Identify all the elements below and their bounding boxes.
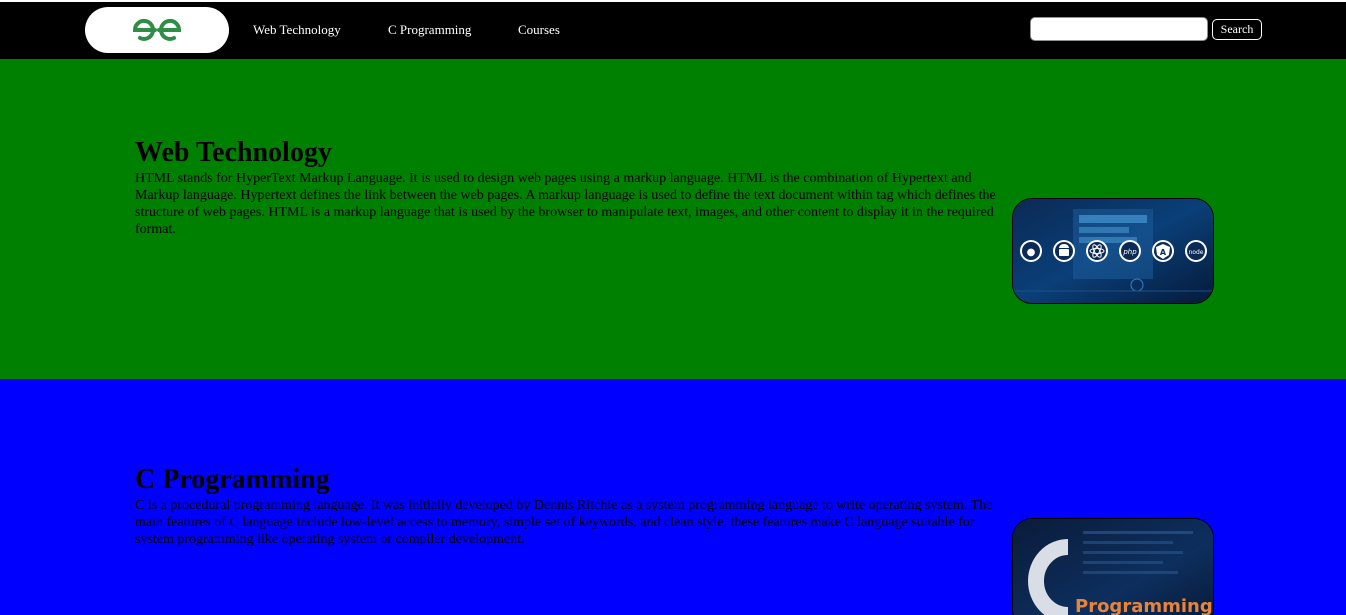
svg-text:A: A xyxy=(1160,248,1167,257)
react-icon xyxy=(1086,240,1108,262)
nav-link-c-programming[interactable]: C Programming xyxy=(388,22,471,38)
nav-link-web-technology[interactable]: Web Technology xyxy=(253,22,341,38)
web-technology-banner-image: ● php A node xyxy=(1012,198,1214,304)
section-title: Web Technology xyxy=(135,137,332,168)
android-icon xyxy=(1053,240,1075,262)
logo[interactable] xyxy=(85,7,229,53)
search-button[interactable]: Search xyxy=(1212,19,1262,40)
section-c-programming: C Programming C is a procedural programm… xyxy=(0,379,1346,615)
c-banner-text: Programming xyxy=(1075,596,1213,615)
angular-icon: A xyxy=(1152,240,1174,262)
svg-text:●: ● xyxy=(1027,247,1036,258)
c-programming-banner-image: Programming xyxy=(1012,518,1214,615)
gfg-logo-icon xyxy=(132,18,182,41)
apple-icon: ● xyxy=(1020,240,1042,262)
svg-text:php: php xyxy=(1122,248,1137,256)
section-text: C is a procedural programming language. … xyxy=(135,498,993,547)
navbar: Web Technology C Programming Courses Sea… xyxy=(0,2,1346,59)
section-web-technology: Web Technology HTML stands for HyperText… xyxy=(0,59,1346,379)
svg-text:node: node xyxy=(1189,249,1204,256)
search-input[interactable] xyxy=(1030,17,1208,41)
nav-link-courses[interactable]: Courses xyxy=(518,22,560,38)
php-icon: php xyxy=(1119,240,1141,262)
section-title: C Programming xyxy=(135,464,330,495)
section-text: HTML stands for HyperText Markup Languag… xyxy=(135,171,996,237)
node-icon: node xyxy=(1185,240,1207,262)
